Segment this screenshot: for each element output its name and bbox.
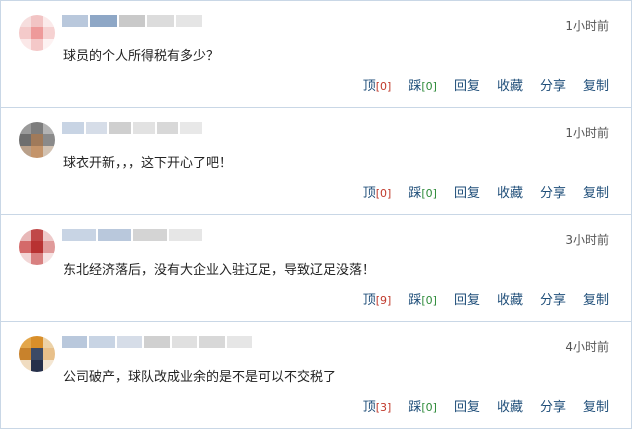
comment-item: 4小时前 公司破产，球队改成业余的是不是可以不交税了 顶[3] 踩[0] 回复 … [1, 322, 631, 428]
comment-actions: 顶[0] 踩[0] 回复 收藏 分享 复制 [363, 75, 609, 94]
share-button[interactable]: 分享 [540, 75, 566, 94]
comment-item: 1小时前 球员的个人所得税有多少？ 顶[0] 踩[0] 回复 收藏 分享 复制 [1, 1, 631, 108]
comment-list: 1小时前 球员的个人所得税有多少？ 顶[0] 踩[0] 回复 收藏 分享 复制 … [0, 0, 632, 429]
favorite-button[interactable]: 收藏 [497, 75, 523, 94]
comment-actions: 顶[3] 踩[0] 回复 收藏 分享 复制 [363, 396, 609, 415]
downvote-count: [0] [421, 401, 437, 414]
share-button[interactable]: 分享 [540, 289, 566, 308]
comment-text: 东北经济落后，没有大企业入驻辽足，导致辽足没落！ [63, 263, 376, 278]
username-redacted[interactable] [62, 336, 252, 348]
upvote-label: 顶 [362, 186, 376, 201]
reply-button[interactable]: 回复 [454, 75, 480, 94]
upvote-button[interactable]: 顶[3] [363, 396, 392, 415]
upvote-label: 顶 [362, 400, 376, 415]
upvote-button[interactable]: 顶[0] [363, 75, 392, 94]
comment-item: 1小时前 球衣开新，，，这下开心了吧！ 顶[0] 踩[0] 回复 收藏 分享 复… [1, 108, 631, 215]
copy-button[interactable]: 复制 [583, 396, 609, 415]
reply-button[interactable]: 回复 [454, 289, 480, 308]
downvote-button[interactable]: 踩[0] [408, 396, 437, 415]
copy-button[interactable]: 复制 [583, 289, 609, 308]
copy-button[interactable]: 复制 [583, 182, 609, 201]
reply-button[interactable]: 回复 [454, 182, 480, 201]
username-redacted[interactable] [62, 122, 203, 134]
comment-item: 3小时前 东北经济落后，没有大企业入驻辽足，导致辽足没落！ 顶[9] 踩[0] … [1, 215, 631, 322]
downvote-count: [0] [421, 294, 437, 307]
comment-text: 球员的个人所得税有多少？ [63, 49, 220, 64]
username-redacted[interactable] [62, 15, 203, 27]
favorite-button[interactable]: 收藏 [497, 289, 523, 308]
comment-actions: 顶[0] 踩[0] 回复 收藏 分享 复制 [363, 182, 609, 201]
comment-text: 公司破产，球队改成业余的是不是可以不交税了 [63, 370, 337, 385]
downvote-button[interactable]: 踩[0] [408, 289, 437, 308]
avatar[interactable] [19, 336, 55, 372]
avatar[interactable] [19, 15, 55, 51]
downvote-button[interactable]: 踩[0] [408, 75, 437, 94]
downvote-count: [0] [421, 187, 437, 200]
upvote-count: [0] [375, 187, 392, 200]
share-button[interactable]: 分享 [540, 396, 566, 415]
downvote-count: [0] [421, 80, 437, 93]
upvote-count: [3] [375, 401, 392, 414]
downvote-label: 踩 [408, 186, 422, 201]
comment-actions: 顶[9] 踩[0] 回复 收藏 分享 复制 [363, 289, 609, 308]
comment-time: 1小时前 [565, 19, 609, 33]
share-button[interactable]: 分享 [540, 182, 566, 201]
upvote-button[interactable]: 顶[9] [363, 289, 392, 308]
upvote-count: [0] [375, 80, 392, 93]
comment-time: 1小时前 [565, 126, 609, 140]
favorite-button[interactable]: 收藏 [497, 182, 523, 201]
comment-text: 球衣开新，，，这下开心了吧！ [63, 156, 233, 171]
avatar[interactable] [19, 229, 55, 265]
comment-time: 4小时前 [565, 340, 609, 354]
reply-button[interactable]: 回复 [454, 396, 480, 415]
upvote-label: 顶 [362, 293, 376, 308]
favorite-button[interactable]: 收藏 [497, 396, 523, 415]
username-redacted[interactable] [62, 229, 202, 241]
avatar[interactable] [19, 122, 55, 158]
upvote-count: [9] [375, 294, 392, 307]
downvote-label: 踩 [408, 79, 422, 94]
downvote-label: 踩 [408, 293, 422, 308]
upvote-button[interactable]: 顶[0] [363, 182, 392, 201]
comment-time: 3小时前 [565, 233, 609, 247]
downvote-label: 踩 [408, 400, 422, 415]
upvote-label: 顶 [362, 79, 376, 94]
copy-button[interactable]: 复制 [583, 75, 609, 94]
downvote-button[interactable]: 踩[0] [408, 182, 437, 201]
